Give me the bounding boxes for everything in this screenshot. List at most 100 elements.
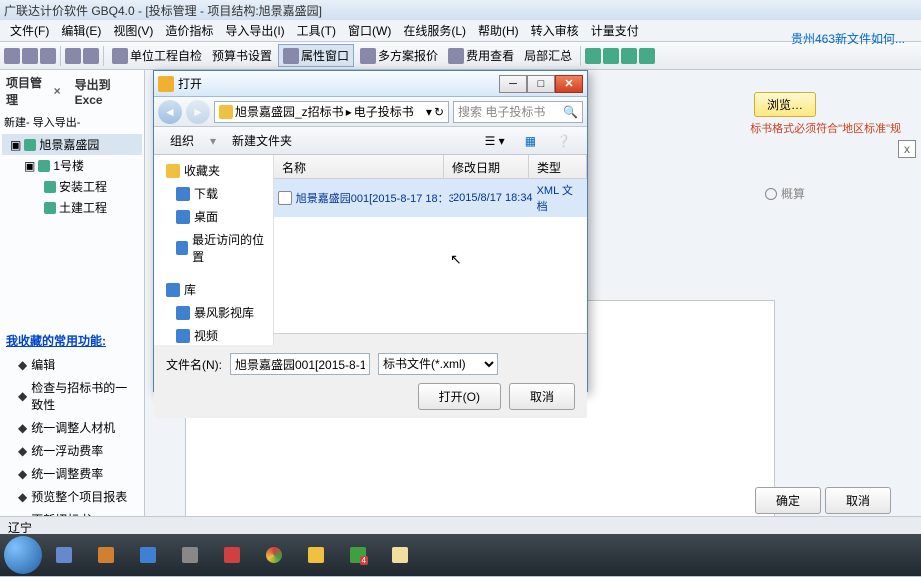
tb-budget[interactable]: 预算书设置: [208, 45, 276, 66]
task-app1[interactable]: [44, 537, 84, 573]
col-date[interactable]: 修改日期: [444, 155, 529, 178]
tb-partial[interactable]: 局部汇总: [520, 45, 576, 66]
side-desktop[interactable]: 桌面: [158, 205, 269, 228]
undo-icon[interactable]: [65, 48, 81, 64]
tree-install[interactable]: 安装工程: [2, 176, 142, 197]
close-icon[interactable]: ✕: [555, 75, 583, 93]
task-app4[interactable]: [170, 537, 210, 573]
redo-icon[interactable]: [83, 48, 99, 64]
new-io-row[interactable]: 新建- 导入导出-: [2, 110, 142, 134]
path-bar[interactable]: 旭景嘉盛园_z招标书 ▸ 电子投标书 ▾ ↻: [214, 101, 449, 123]
sidebar-close-icon[interactable]: ×: [54, 84, 61, 98]
dropdown-icon[interactable]: ▾: [426, 105, 432, 119]
path-seg[interactable]: 电子投标书: [354, 103, 414, 120]
path-seg[interactable]: 旭景嘉盛园_z招标书: [235, 103, 344, 120]
sidebar-tab2[interactable]: 导出到Exce: [75, 76, 138, 107]
fav-float[interactable]: ◆统一浮动费率: [2, 439, 142, 462]
new-icon[interactable]: [4, 48, 20, 64]
menu-audit[interactable]: 转入审核: [525, 20, 585, 41]
ok-button[interactable]: 确定: [755, 487, 821, 514]
nav-prev-icon[interactable]: [603, 48, 619, 64]
task-app8[interactable]: [380, 537, 420, 573]
save-icon[interactable]: [40, 48, 56, 64]
menu-pay[interactable]: 计量支付: [585, 20, 645, 41]
sidebar: 项目管理 × 导出到Exce 新建- 导入导出- ▣旭景嘉盛园 ▣1号楼 安装工…: [0, 70, 145, 534]
task-app7[interactable]: 4: [338, 537, 378, 573]
filename-input[interactable]: [230, 353, 370, 375]
side-fav[interactable]: 收藏夹: [158, 159, 269, 182]
tree-building[interactable]: ▣1号楼: [2, 155, 142, 176]
search-input[interactable]: 搜索 电子投标书 🔍: [453, 101, 583, 123]
open-dialog: 打开 ─ □ ✕ ◄ ► 旭景嘉盛园_z招标书 ▸ 电子投标书 ▾ ↻ 搜索 电…: [153, 70, 588, 392]
side-videos[interactable]: 视频: [158, 324, 269, 345]
menu-tools[interactable]: 工具(T): [291, 20, 342, 41]
minimize-icon[interactable]: ─: [499, 75, 527, 93]
open-icon[interactable]: [22, 48, 38, 64]
browser-icon: [56, 547, 72, 563]
fav-check[interactable]: ◆检查与招标书的一致性: [2, 376, 142, 416]
arrow-icon: ◆: [18, 467, 27, 481]
top-right-link[interactable]: 贵州463新文件如何...: [785, 28, 911, 49]
menu-file[interactable]: 文件(F): [4, 20, 55, 41]
arrow-icon: ◆: [18, 490, 27, 504]
menu-edit[interactable]: 编辑(E): [55, 20, 107, 41]
newfolder-button[interactable]: 新建文件夹: [224, 130, 300, 151]
calc-radio[interactable]: 概算: [765, 185, 805, 202]
menu-online[interactable]: 在线服务(L): [397, 20, 472, 41]
browse-button[interactable]: 浏览…: [754, 92, 816, 117]
col-name[interactable]: 名称: [274, 155, 444, 178]
tb-unitcheck[interactable]: 单位工程自检: [108, 45, 206, 66]
task-app5[interactable]: [212, 537, 252, 573]
fav-adjust-rcj[interactable]: ◆统一调整人材机: [2, 416, 142, 439]
fav-edit[interactable]: ◆编辑: [2, 353, 142, 376]
nav-last-icon[interactable]: [639, 48, 655, 64]
task-app6[interactable]: [296, 537, 336, 573]
side-library[interactable]: 库: [158, 278, 269, 301]
nav-first-icon[interactable]: [585, 48, 601, 64]
fav-preview[interactable]: ◆预览整个项目报表: [2, 485, 142, 508]
menu-window[interactable]: 窗口(W): [342, 20, 397, 41]
right-x-button[interactable]: x: [898, 140, 916, 158]
tree-civil[interactable]: 土建工程: [2, 197, 142, 218]
dlg-cancel-button[interactable]: 取消: [509, 383, 575, 410]
filter-select[interactable]: 标书文件(*.xml): [378, 353, 498, 375]
status-text: 辽宁: [8, 521, 32, 535]
organize-button[interactable]: 组织: [162, 130, 202, 151]
side-downloads[interactable]: 下载: [158, 182, 269, 205]
library-icon: [166, 283, 180, 297]
open-button[interactable]: 打开(O): [418, 383, 501, 410]
start-button[interactable]: [4, 536, 42, 574]
dialog-title: 打开: [178, 75, 202, 92]
file-row[interactable]: 旭景嘉盛园001[2015-8-17 18：34].xml 2015/8/17 …: [274, 179, 587, 217]
file-date: 2015/8/17 18:34: [453, 192, 537, 204]
menu-cost[interactable]: 造价指标: [159, 20, 219, 41]
hscroll[interactable]: [274, 333, 587, 345]
task-app2[interactable]: [86, 537, 126, 573]
back-icon[interactable]: ◄: [158, 100, 182, 124]
maximize-icon[interactable]: □: [527, 75, 555, 93]
dropdown-icon[interactable]: ▾: [202, 132, 224, 150]
col-type[interactable]: 类型: [529, 155, 587, 178]
help-icon[interactable]: ❔: [548, 132, 579, 150]
side-baofeng[interactable]: 暴风影视库: [158, 301, 269, 324]
menu-view[interactable]: 视图(V): [107, 20, 159, 41]
tb-props[interactable]: 属性窗口: [278, 44, 354, 67]
menu-help[interactable]: 帮助(H): [472, 20, 525, 41]
side-recent[interactable]: 最近访问的位置: [158, 228, 269, 268]
check-icon: [112, 48, 128, 64]
fav-adjust-rate[interactable]: ◆统一调整费率: [2, 462, 142, 485]
tree-root[interactable]: ▣旭景嘉盛园: [2, 134, 142, 155]
tb-multi[interactable]: 多方案报价: [356, 45, 442, 66]
tb-fee[interactable]: 费用查看: [444, 45, 518, 66]
refresh-icon[interactable]: ↻: [434, 105, 444, 119]
cancel-button[interactable]: 取消: [825, 487, 891, 514]
preview-icon[interactable]: ▦: [517, 132, 544, 150]
task-app3[interactable]: [128, 537, 168, 573]
menu-io[interactable]: 导入导出(I): [219, 20, 290, 41]
folder-icon: [219, 105, 233, 119]
nav-next-icon[interactable]: [621, 48, 637, 64]
forward-icon[interactable]: ►: [186, 100, 210, 124]
file-type: XML 文档: [537, 182, 583, 214]
task-chrome[interactable]: [254, 537, 294, 573]
view-icon[interactable]: ☰ ▾: [477, 132, 513, 150]
